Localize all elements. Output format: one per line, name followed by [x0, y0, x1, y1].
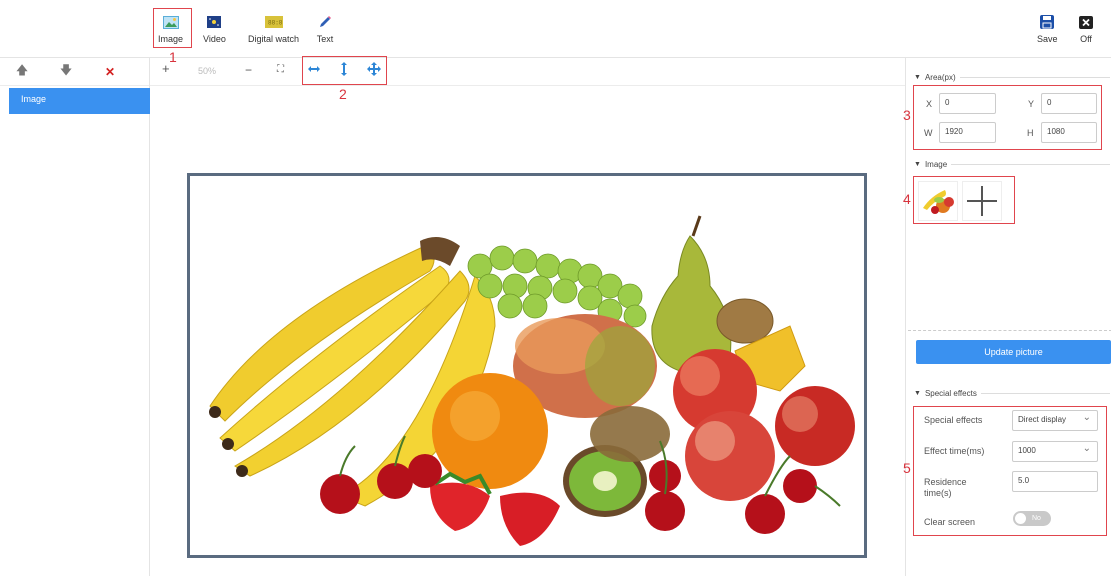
zoom-level: 50% [198, 66, 217, 76]
toolbar-digital-watch-button[interactable]: 88:8 Digital watch [248, 14, 299, 44]
caret-down-icon: ▼ [914, 161, 921, 168]
effects-title: Special effects [924, 389, 977, 398]
annotation-box-2 [302, 56, 387, 85]
caret-down-icon: ▼ [914, 390, 921, 397]
zoom-in-button[interactable]: + [162, 61, 170, 76]
move-up-icon[interactable]: 🡅 [0, 61, 44, 82]
toolbar-video-button[interactable]: Video [203, 14, 226, 44]
svg-text:88:8: 88:8 [268, 20, 283, 27]
text-pen-icon [316, 14, 334, 30]
caret-down-icon: ▼ [914, 74, 921, 81]
delete-icon[interactable]: ✕ [88, 65, 132, 79]
area-section-title: ▼ Area(px) [914, 73, 1110, 82]
fit-screen-button[interactable]: ⛶ [277, 64, 284, 75]
divider [908, 330, 1111, 331]
annotation-box-1 [153, 8, 192, 48]
layer-tools: 🡅 🡇 ✕ [0, 58, 149, 86]
layer-item-image[interactable]: Image [9, 88, 150, 114]
save-button[interactable]: Save [1037, 14, 1058, 44]
annotation-number-4: 4 [903, 191, 911, 207]
save-label: Save [1037, 34, 1058, 44]
toolbar-video-label: Video [203, 34, 226, 44]
image-section-title: ▼ Image [914, 160, 1110, 169]
fruit-image [190, 176, 864, 555]
annotation-box-4 [913, 176, 1015, 224]
annotation-box-3 [913, 85, 1102, 150]
toolbar-text-button[interactable]: Text [316, 14, 334, 44]
annotation-number-5: 5 [903, 460, 911, 476]
save-icon [1038, 14, 1056, 30]
update-picture-button[interactable]: Update picture [916, 340, 1111, 364]
off-label: Off [1080, 34, 1092, 44]
video-icon [205, 14, 223, 30]
toolbar-digital-watch-label: Digital watch [248, 34, 300, 44]
area-title: Area(px) [924, 73, 956, 82]
layer-panel: 🡅 🡇 ✕ Image [0, 58, 150, 576]
canvas-toolbar: + 50% − ⛶ [150, 58, 905, 86]
annotation-box-5 [913, 406, 1107, 536]
off-button[interactable]: Off [1077, 14, 1095, 44]
annotation-number-2: 2 [339, 86, 347, 102]
effects-section-title: ▼ Special effects [914, 389, 1110, 398]
toolbar-text-label: Text [316, 34, 334, 44]
annotation-number-3: 3 [903, 107, 911, 123]
zoom-out-button[interactable]: − [245, 63, 252, 77]
canvas-preview[interactable] [187, 173, 867, 558]
move-down-icon[interactable]: 🡇 [44, 61, 88, 82]
close-icon [1077, 14, 1095, 30]
image-title: Image [924, 160, 948, 169]
digital-watch-icon: 88:8 [264, 14, 283, 30]
